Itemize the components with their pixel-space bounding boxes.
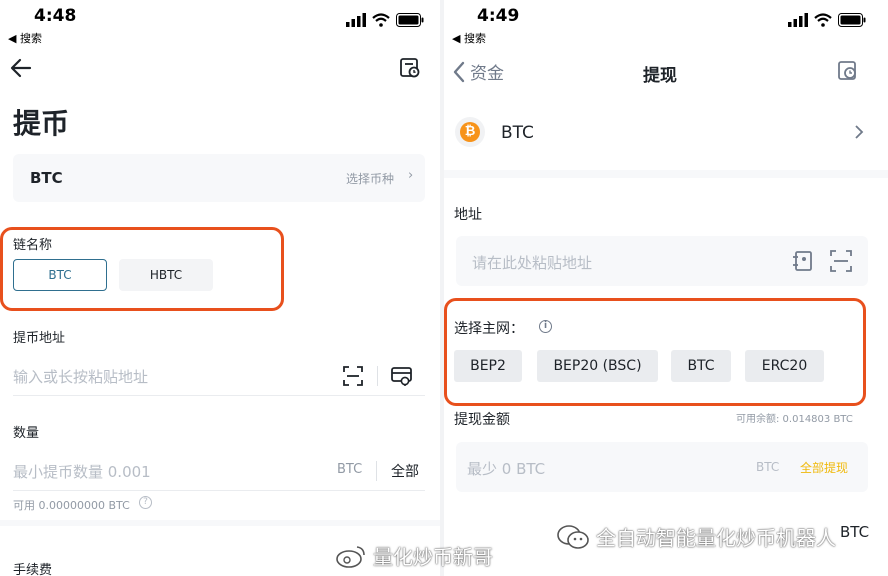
address-book-icon[interactable] [391, 365, 413, 387]
section-gap [0, 520, 440, 526]
info-icon[interactable]: i [539, 320, 552, 333]
status-time: 4:48 [34, 6, 77, 26]
nav-title: 提现 [643, 66, 677, 86]
chain-label: 链名称 [13, 238, 53, 253]
partial-unit-text: BTC [840, 523, 870, 541]
back-to-app-link[interactable]: ◀ 搜索 [8, 30, 42, 46]
help-icon[interactable]: ? [139, 496, 152, 509]
signal-icon [788, 13, 808, 27]
battery-icon [396, 13, 424, 27]
wifi-icon [372, 13, 390, 27]
amount-input[interactable]: 最少 0 BTC BTC 全部提现 [456, 442, 868, 492]
divider [13, 395, 425, 396]
chain-option-hbtc[interactable]: HBTC [119, 259, 213, 291]
battery-icon [838, 13, 866, 27]
address-book-icon[interactable] [792, 250, 814, 272]
network-option-erc20[interactable]: ERC20 [745, 350, 824, 382]
address-input[interactable]: 输入或长按粘贴地址 [13, 356, 425, 396]
withdraw-all-button[interactable]: 全部提现 [800, 459, 848, 476]
amount-input[interactable]: 最小提币数量 0.001 BTC 全部 [13, 452, 425, 490]
chain-option-btc[interactable]: BTC [13, 259, 107, 291]
status-time: 4:49 [477, 6, 520, 26]
amount-unit: BTC [756, 460, 780, 474]
amount-unit: BTC [337, 462, 363, 477]
back-arrow-icon[interactable] [10, 58, 32, 78]
weibo-watermark: 量化炒币新哥 [335, 541, 493, 570]
back-to-app-link[interactable]: ◀ 搜索 [452, 30, 486, 46]
coin-selector[interactable]: BTC 选择币种 › [13, 154, 425, 202]
chevron-left-icon [453, 61, 465, 82]
address-input[interactable]: 请在此处粘贴地址 [456, 236, 868, 286]
separator [376, 461, 377, 481]
amount-label: 提现金额 [454, 412, 510, 428]
btc-coin-icon: ₿ [455, 117, 485, 147]
all-button[interactable]: 全部 [391, 461, 419, 481]
scan-icon[interactable] [830, 250, 852, 272]
wifi-icon [814, 13, 832, 27]
available-balance: 可用 0.00000000 BTC [13, 499, 130, 512]
network-option-bep2[interactable]: BEP2 [454, 350, 522, 382]
select-coin-label: 选择币种 [346, 172, 395, 186]
chevron-right-icon: › [408, 168, 414, 183]
section-gap [444, 170, 888, 178]
network-option-btc[interactable]: BTC [671, 350, 731, 382]
wechat-watermark: 全自动智能量化炒币机器人 [556, 522, 836, 551]
available-balance: 可用余额: 0.014803 BTC [736, 414, 853, 425]
amount-label: 数量 [13, 426, 40, 441]
right-screen: 4:49 ◀ 搜索 资金 提现 ₿ BTC 地址 请在此处粘贴地址 选择主网： … [444, 0, 888, 576]
coin-value: BTC [30, 169, 63, 187]
page-title: 提币 [13, 107, 70, 140]
coin-selector[interactable]: ₿ BTC [444, 104, 888, 164]
status-icons [788, 13, 866, 27]
history-record-icon[interactable] [399, 57, 421, 79]
address-label: 地址 [454, 207, 482, 223]
status-icons [346, 13, 424, 27]
wechat-logo-icon [557, 524, 589, 549]
history-icon[interactable] [836, 59, 860, 83]
network-label: 选择主网： [454, 321, 524, 337]
scan-icon[interactable] [343, 366, 363, 386]
back-button[interactable]: 资金 [452, 59, 504, 84]
chevron-right-icon [855, 125, 864, 139]
divider [13, 490, 425, 491]
weibo-logo-icon [336, 545, 365, 568]
left-screen: 4:48 ◀ 搜索 提币 BTC 选择币种 › 链名称 BTC HBTC 提币地… [0, 0, 440, 576]
network-option-bep20[interactable]: BEP20 (BSC) [537, 350, 658, 382]
fee-label: 手续费 [13, 563, 53, 576]
separator [377, 366, 378, 386]
signal-icon [346, 13, 366, 27]
coin-name: BTC [501, 123, 534, 143]
address-label: 提币地址 [13, 331, 66, 346]
